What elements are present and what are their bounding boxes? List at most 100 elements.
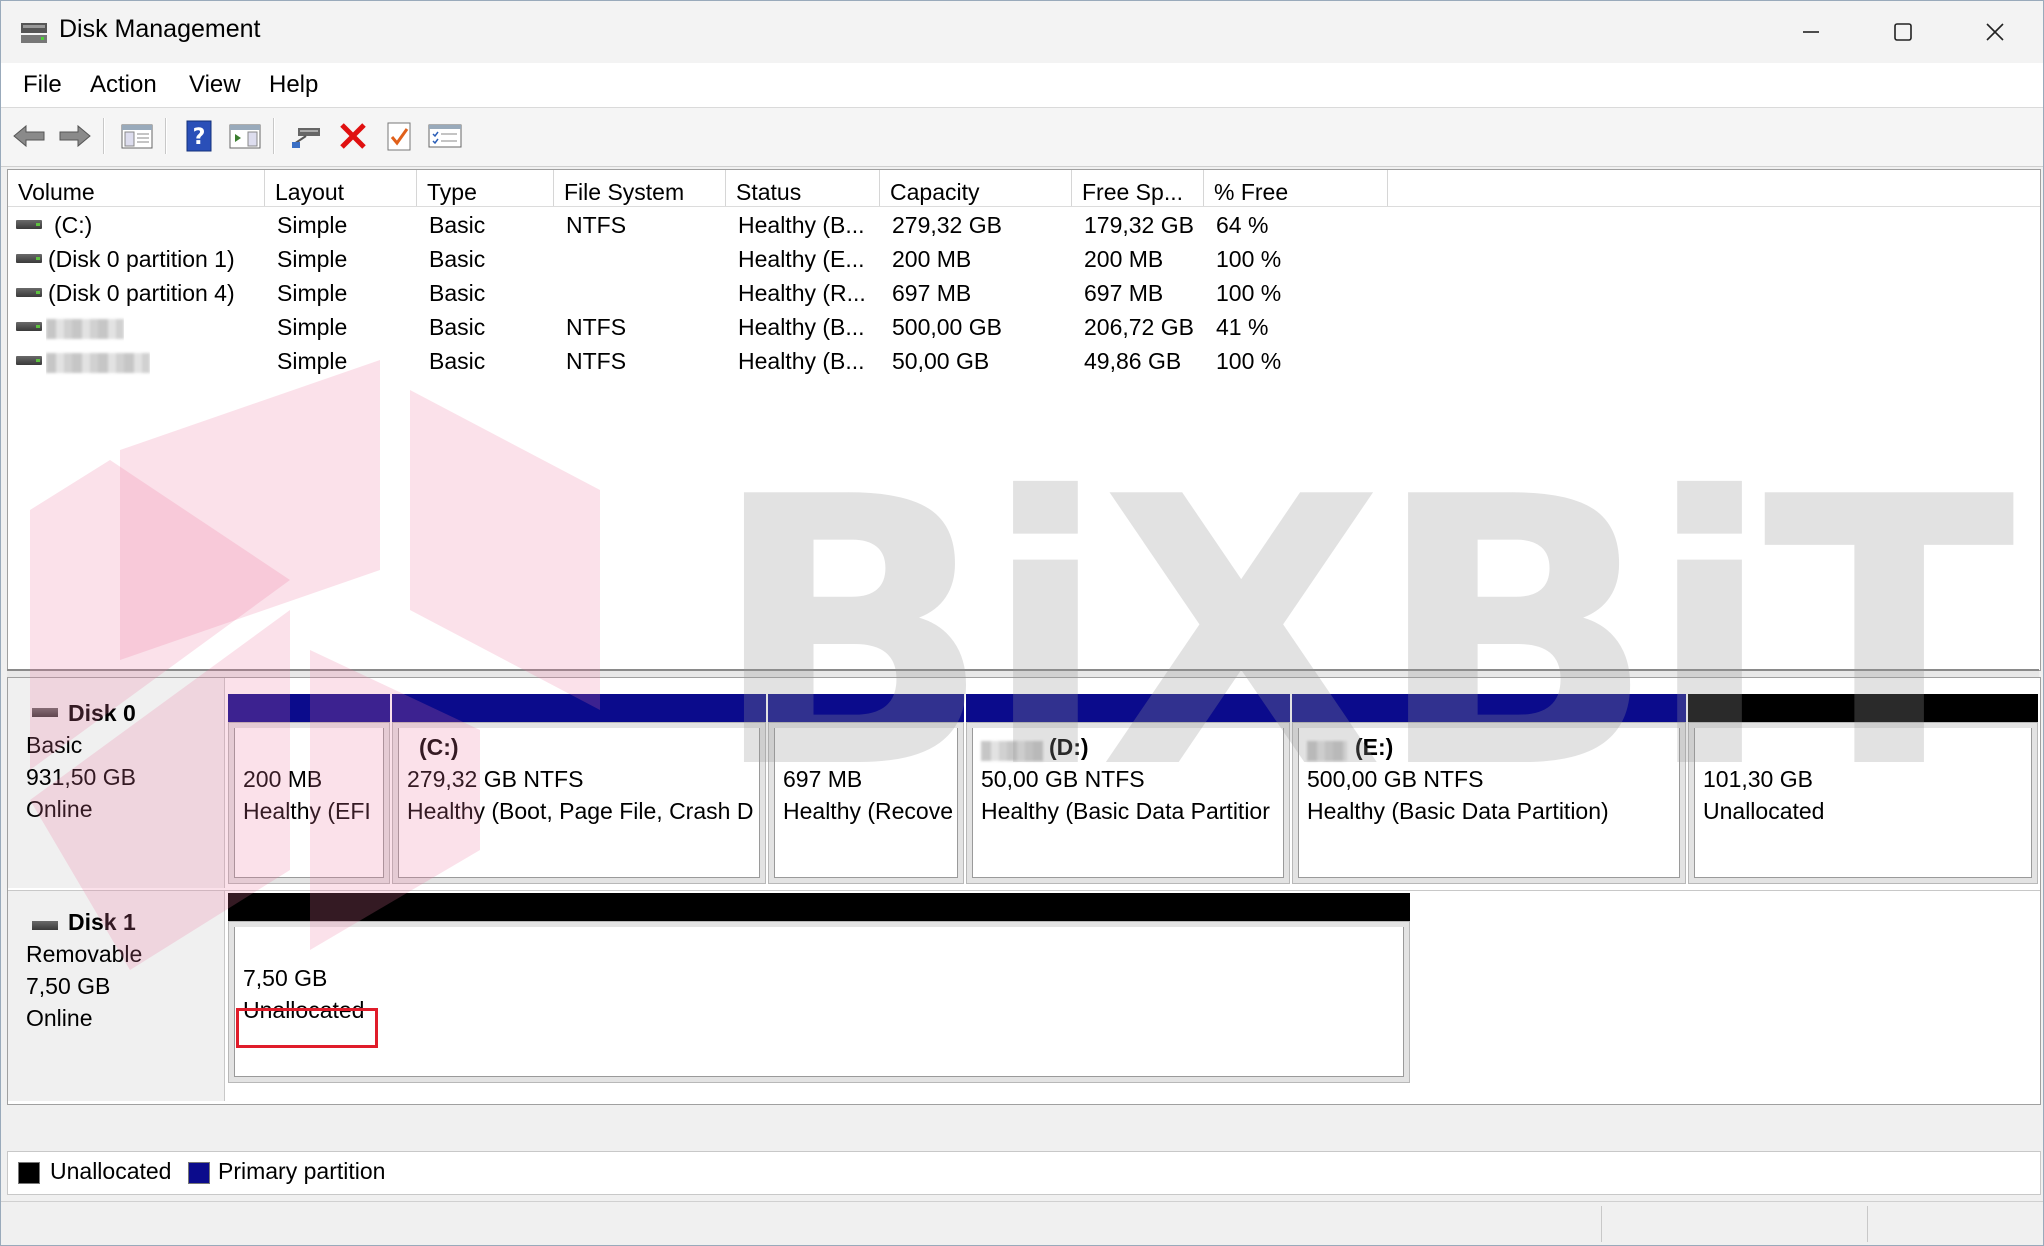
connect-virtual-disk-button[interactable] xyxy=(287,116,327,156)
column-header-file-system[interactable]: File System xyxy=(554,170,726,206)
drive-icon xyxy=(16,322,42,331)
volume-layout: Simple xyxy=(277,348,348,374)
volume-free-space: 49,86 GB xyxy=(1084,348,1182,374)
partition-unallocated-disk1[interactable]: 7,50 GB Unallocated xyxy=(228,893,1410,1083)
partition-status: Healthy (Basic Data Partitior xyxy=(981,798,1270,824)
column-header-free-space[interactable]: Free Sp... xyxy=(1072,170,1204,206)
partition-bar xyxy=(392,694,766,722)
disk-row-0: Disk 0 Basic 931,50 GB Online 200 MB Hea… xyxy=(8,678,2040,888)
forward-button[interactable] xyxy=(55,116,95,156)
status-bar-separator xyxy=(1867,1206,1868,1242)
partition-size: 697 MB xyxy=(783,766,863,792)
partition-c[interactable]: (C:) 279,32 GB NTFS Healthy (Boot, Page … xyxy=(392,694,766,884)
volume-name-redacted xyxy=(46,344,150,378)
volume-capacity: 279,32 GB xyxy=(892,212,1002,238)
legend-primary-swatch xyxy=(188,1162,210,1184)
menu-file[interactable]: File xyxy=(23,71,62,99)
volume-free-space: 206,72 GB xyxy=(1084,314,1194,340)
list-view-button[interactable] xyxy=(425,116,465,156)
show-hide-action-pane-button[interactable] xyxy=(225,116,265,156)
volume-type: Basic xyxy=(429,314,486,340)
volume-row[interactable]: (Disk 0 partition 4) Simple Basic Health… xyxy=(8,276,2040,310)
disk-name: Disk 1 xyxy=(68,909,136,935)
disk-info-panel[interactable]: Disk 1 Removable 7,50 GB Online xyxy=(8,891,225,1101)
properties-button[interactable] xyxy=(379,116,419,156)
column-header-volume[interactable]: Volume xyxy=(8,170,265,206)
partition-recovery[interactable]: 697 MB Healthy (Recove xyxy=(768,694,964,884)
volume-file-system: NTFS xyxy=(566,348,627,374)
delete-icon xyxy=(340,123,366,149)
disk-info-panel[interactable]: Disk 0 Basic 931,50 GB Online xyxy=(8,678,225,888)
column-header-status[interactable]: Status xyxy=(726,170,880,206)
volume-status: Healthy (B... xyxy=(738,212,865,238)
partition-bar xyxy=(768,694,964,722)
title-bar[interactable]: Disk Management xyxy=(1,1,2043,63)
help-button[interactable]: ? xyxy=(179,116,219,156)
partition-size: 200 MB xyxy=(243,766,323,792)
partition-d[interactable]: (D:) 50,00 GB NTFS Healthy (Basic Data P… xyxy=(966,694,1290,884)
show-hide-console-tree-button[interactable] xyxy=(117,116,157,156)
partition-size: 7,50 GB xyxy=(243,965,328,991)
volume-row[interactable]: (C:) Simple Basic NTFS Healthy (B... 279… xyxy=(8,208,2040,242)
connect-icon xyxy=(292,128,320,148)
volume-list[interactable]: Volume Layout Type File System Status Ca… xyxy=(7,169,2041,671)
disk-kind: Removable xyxy=(26,941,143,967)
maximize-button[interactable] xyxy=(1857,1,1949,63)
partition-bar xyxy=(966,694,1290,722)
partition-bar xyxy=(228,694,390,722)
drive-icon xyxy=(16,220,42,229)
toolbar-separator xyxy=(165,118,167,154)
delete-button[interactable] xyxy=(333,116,373,156)
list-view-icon xyxy=(428,124,462,148)
partition-status: Healthy (EFI xyxy=(243,798,371,824)
column-header-percent-free[interactable]: % Free xyxy=(1204,170,1388,206)
drive-icon xyxy=(16,254,42,263)
volume-capacity: 200 MB xyxy=(892,246,972,272)
back-arrow-icon xyxy=(13,124,45,148)
svg-text:?: ? xyxy=(193,125,206,150)
volume-capacity: 500,00 GB xyxy=(892,314,1002,340)
volume-percent-free: 100 % xyxy=(1216,246,1282,272)
menu-action[interactable]: Action xyxy=(90,71,157,99)
partition-unallocated-disk0[interactable]: 101,30 GB Unallocated xyxy=(1688,694,2038,884)
volume-row[interactable]: Simple Basic NTFS Healthy (B... 500,00 G… xyxy=(8,310,2040,344)
partition-body: 7,50 GB Unallocated xyxy=(234,927,1404,1077)
partition-body: (D:) 50,00 GB NTFS Healthy (Basic Data P… xyxy=(972,728,1284,878)
disk-kind: Basic xyxy=(26,732,83,758)
column-header-layout[interactable]: Layout xyxy=(265,170,417,206)
partition-body: 101,30 GB Unallocated xyxy=(1694,728,2032,878)
close-button[interactable] xyxy=(1949,1,2041,63)
volume-status: Healthy (B... xyxy=(738,348,865,374)
disk-state: Online xyxy=(26,796,93,822)
volume-row[interactable]: (Disk 0 partition 1) Simple Basic Health… xyxy=(8,242,2040,276)
checkmark-properties-icon xyxy=(387,122,411,151)
partition-e[interactable]: (E:) 500,00 GB NTFS Healthy (Basic Data … xyxy=(1292,694,1686,884)
minimize-button[interactable] xyxy=(1765,1,1857,63)
forward-arrow-icon xyxy=(59,124,91,148)
legend-unallocated-label: Unallocated xyxy=(50,1158,172,1184)
volume-percent-free: 41 % xyxy=(1216,314,1269,340)
menu-help[interactable]: Help xyxy=(269,71,318,99)
back-button[interactable] xyxy=(9,116,49,156)
partition-bar xyxy=(228,893,1410,921)
volume-list-header: Volume Layout Type File System Status Ca… xyxy=(8,170,2040,207)
partition-title: (E:) xyxy=(1355,734,1394,760)
status-bar xyxy=(1,1201,2043,1245)
menu-view[interactable]: View xyxy=(189,71,241,99)
legend: Unallocated Primary partition xyxy=(7,1151,2041,1195)
menu-bar: File Action View Help xyxy=(1,63,2043,108)
volume-name: (Disk 0 partition 1) xyxy=(48,246,235,272)
close-icon xyxy=(1986,23,2004,41)
partition-status: Healthy (Boot, Page File, Crash D xyxy=(407,798,754,824)
partition-efi[interactable]: 200 MB Healthy (EFI xyxy=(228,694,390,884)
column-header-capacity[interactable]: Capacity xyxy=(880,170,1072,206)
volume-row[interactable]: Simple Basic NTFS Healthy (B... 50,00 GB… xyxy=(8,344,2040,378)
volume-type: Basic xyxy=(429,212,486,238)
volume-label-redacted xyxy=(1307,736,1347,763)
volume-layout: Simple xyxy=(277,314,348,340)
partition-size: 101,30 GB xyxy=(1703,766,1813,792)
volume-free-space: 697 MB xyxy=(1084,280,1164,306)
volume-status: Healthy (R... xyxy=(738,280,866,306)
pane-splitter[interactable] xyxy=(7,669,2039,677)
column-header-type[interactable]: Type xyxy=(417,170,554,206)
